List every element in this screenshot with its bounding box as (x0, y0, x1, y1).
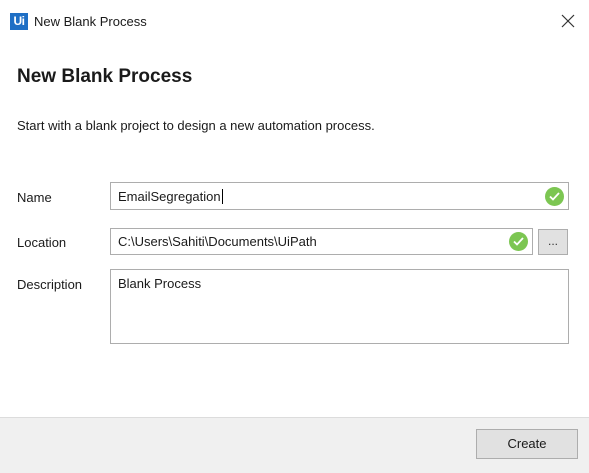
window-title: New Blank Process (34, 14, 147, 29)
create-button[interactable]: Create (476, 429, 578, 459)
description-textarea[interactable]: Blank Process (110, 269, 569, 344)
name-input[interactable]: EmailSegregation (110, 182, 569, 210)
page-subtitle: Start with a blank project to design a n… (17, 118, 375, 133)
text-caret (221, 189, 223, 204)
new-blank-process-dialog: Ui New Blank Process New Blank Process S… (0, 0, 589, 473)
title-bar: Ui New Blank Process (0, 0, 589, 40)
location-input-value: C:\Users\Sahiti\Documents\UiPath (118, 234, 317, 249)
name-input-value: EmailSegregation (118, 189, 223, 204)
uipath-logo-icon: Ui (10, 13, 28, 30)
description-label: Description (17, 277, 83, 292)
location-label: Location (17, 235, 67, 250)
name-label: Name (17, 190, 52, 205)
page-title: New Blank Process (17, 66, 193, 87)
description-value: Blank Process (118, 276, 202, 291)
name-valid-check-icon (545, 187, 564, 206)
close-button[interactable] (555, 8, 581, 34)
location-valid-check-icon (509, 232, 528, 251)
close-icon (561, 14, 575, 28)
location-input[interactable]: C:\Users\Sahiti\Documents\UiPath (110, 228, 533, 255)
browse-location-button[interactable]: ... (538, 229, 568, 255)
